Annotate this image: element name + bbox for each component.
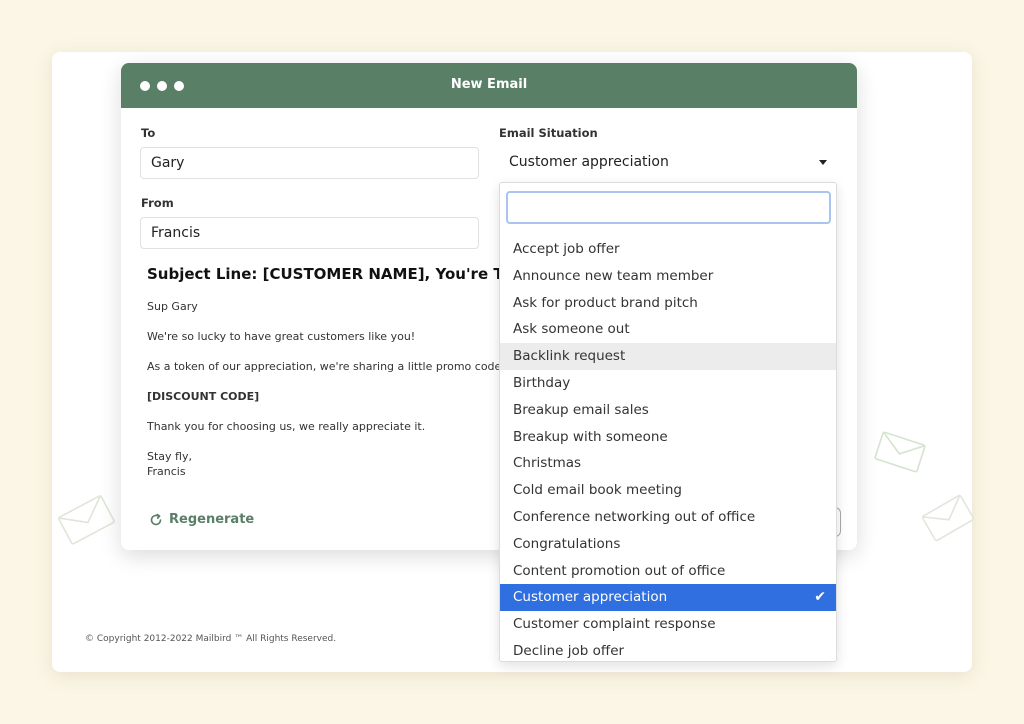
- email-signoff: Stay fly,: [147, 450, 192, 463]
- dropdown-option[interactable]: Announce new team member: [500, 263, 836, 290]
- dropdown-option[interactable]: Breakup email sales: [500, 397, 836, 424]
- email-situation-value: Customer appreciation: [509, 154, 669, 170]
- email-situation-select[interactable]: Customer appreciation: [499, 147, 835, 179]
- dropdown-option-label: Cold email book meeting: [513, 482, 682, 499]
- dropdown-option[interactable]: Congratulations: [500, 531, 836, 558]
- envelope-decoration-far-right-icon: [922, 494, 974, 542]
- dropdown-option[interactable]: Decline job offer: [500, 638, 836, 661]
- dropdown-option[interactable]: Customer appreciation ✔: [500, 584, 836, 612]
- email-greeting: Sup Gary: [147, 300, 198, 313]
- to-label: To: [141, 126, 156, 140]
- dropdown-option[interactable]: Christmas: [500, 450, 836, 477]
- envelope-decoration-right-icon: [874, 431, 926, 473]
- dropdown-option-label: Breakup with someone: [513, 428, 668, 445]
- checkmark-icon: ✔: [814, 589, 826, 606]
- dropdown-option[interactable]: Content promotion out of office: [500, 558, 836, 585]
- dropdown-search-input[interactable]: [506, 191, 831, 224]
- window-title: New Email: [450, 77, 528, 92]
- dropdown-option[interactable]: Accept job offer: [500, 236, 836, 263]
- dropdown-option-label: Breakup email sales: [513, 401, 649, 418]
- dropdown-option-label: Content promotion out of office: [513, 562, 726, 579]
- copyright-text: © Copyright 2012-2022 Mailbird ™ All Rig…: [85, 634, 337, 644]
- dropdown-option[interactable]: Birthday: [500, 370, 836, 397]
- email-signature: Francis: [147, 465, 186, 478]
- refresh-icon: [150, 513, 162, 525]
- dropdown-option[interactable]: Customer complaint response: [500, 611, 836, 638]
- dropdown-option-label: Christmas: [513, 455, 582, 472]
- dropdown-option[interactable]: Ask for product brand pitch: [500, 290, 836, 317]
- dropdown-option-label: Conference networking out of office: [513, 508, 756, 525]
- dropdown-option[interactable]: Ask someone out: [500, 316, 836, 343]
- dropdown-option[interactable]: Conference networking out of office: [500, 504, 836, 531]
- dropdown-option-label: Congratulations: [513, 535, 621, 552]
- email-situation-dropdown: Accept job offer Announce new team member…: [499, 182, 837, 662]
- dropdown-option[interactable]: Backlink request: [500, 343, 836, 370]
- from-field[interactable]: Francis: [140, 217, 479, 249]
- dropdown-option-label: Ask someone out: [513, 321, 630, 338]
- email-situation-label: Email Situation: [499, 126, 598, 140]
- dropdown-option-label: Customer complaint response: [513, 616, 716, 633]
- dropdown-option-label: Decline job offer: [513, 642, 625, 659]
- discount-code: [DISCOUNT CODE]: [147, 390, 260, 403]
- from-label: From: [141, 196, 174, 210]
- dropdown-option-label: Birthday: [513, 374, 571, 391]
- dropdown-option-label: Customer appreciation: [513, 589, 668, 606]
- dropdown-option[interactable]: Breakup with someone: [500, 424, 836, 451]
- window-titlebar: New Email: [121, 63, 857, 108]
- caret-down-icon: [819, 160, 827, 165]
- subject-line: Subject Line: [CUSTOMER NAME], You're Th…: [147, 265, 499, 283]
- regenerate-button[interactable]: Regenerate: [149, 512, 254, 527]
- regenerate-label: Regenerate: [169, 512, 255, 527]
- dropdown-options-list: Accept job offer Announce new team member…: [500, 236, 836, 661]
- email-body-line: As a token of our appreciation, we're sh…: [147, 360, 499, 373]
- dropdown-option-label: Accept job offer: [513, 241, 620, 257]
- envelope-decoration-left-icon: [58, 495, 115, 545]
- email-body-line: Thank you for choosing us, we really app…: [147, 420, 426, 433]
- email-body-line: We're so lucky to have great customers l…: [147, 330, 416, 343]
- dropdown-option-label: Backlink request: [513, 348, 626, 365]
- dropdown-option-label: Announce new team member: [513, 267, 714, 284]
- dropdown-option-label: Ask for product brand pitch: [513, 294, 698, 311]
- dropdown-option[interactable]: Cold email book meeting: [500, 477, 836, 504]
- to-field[interactable]: Gary: [140, 147, 479, 179]
